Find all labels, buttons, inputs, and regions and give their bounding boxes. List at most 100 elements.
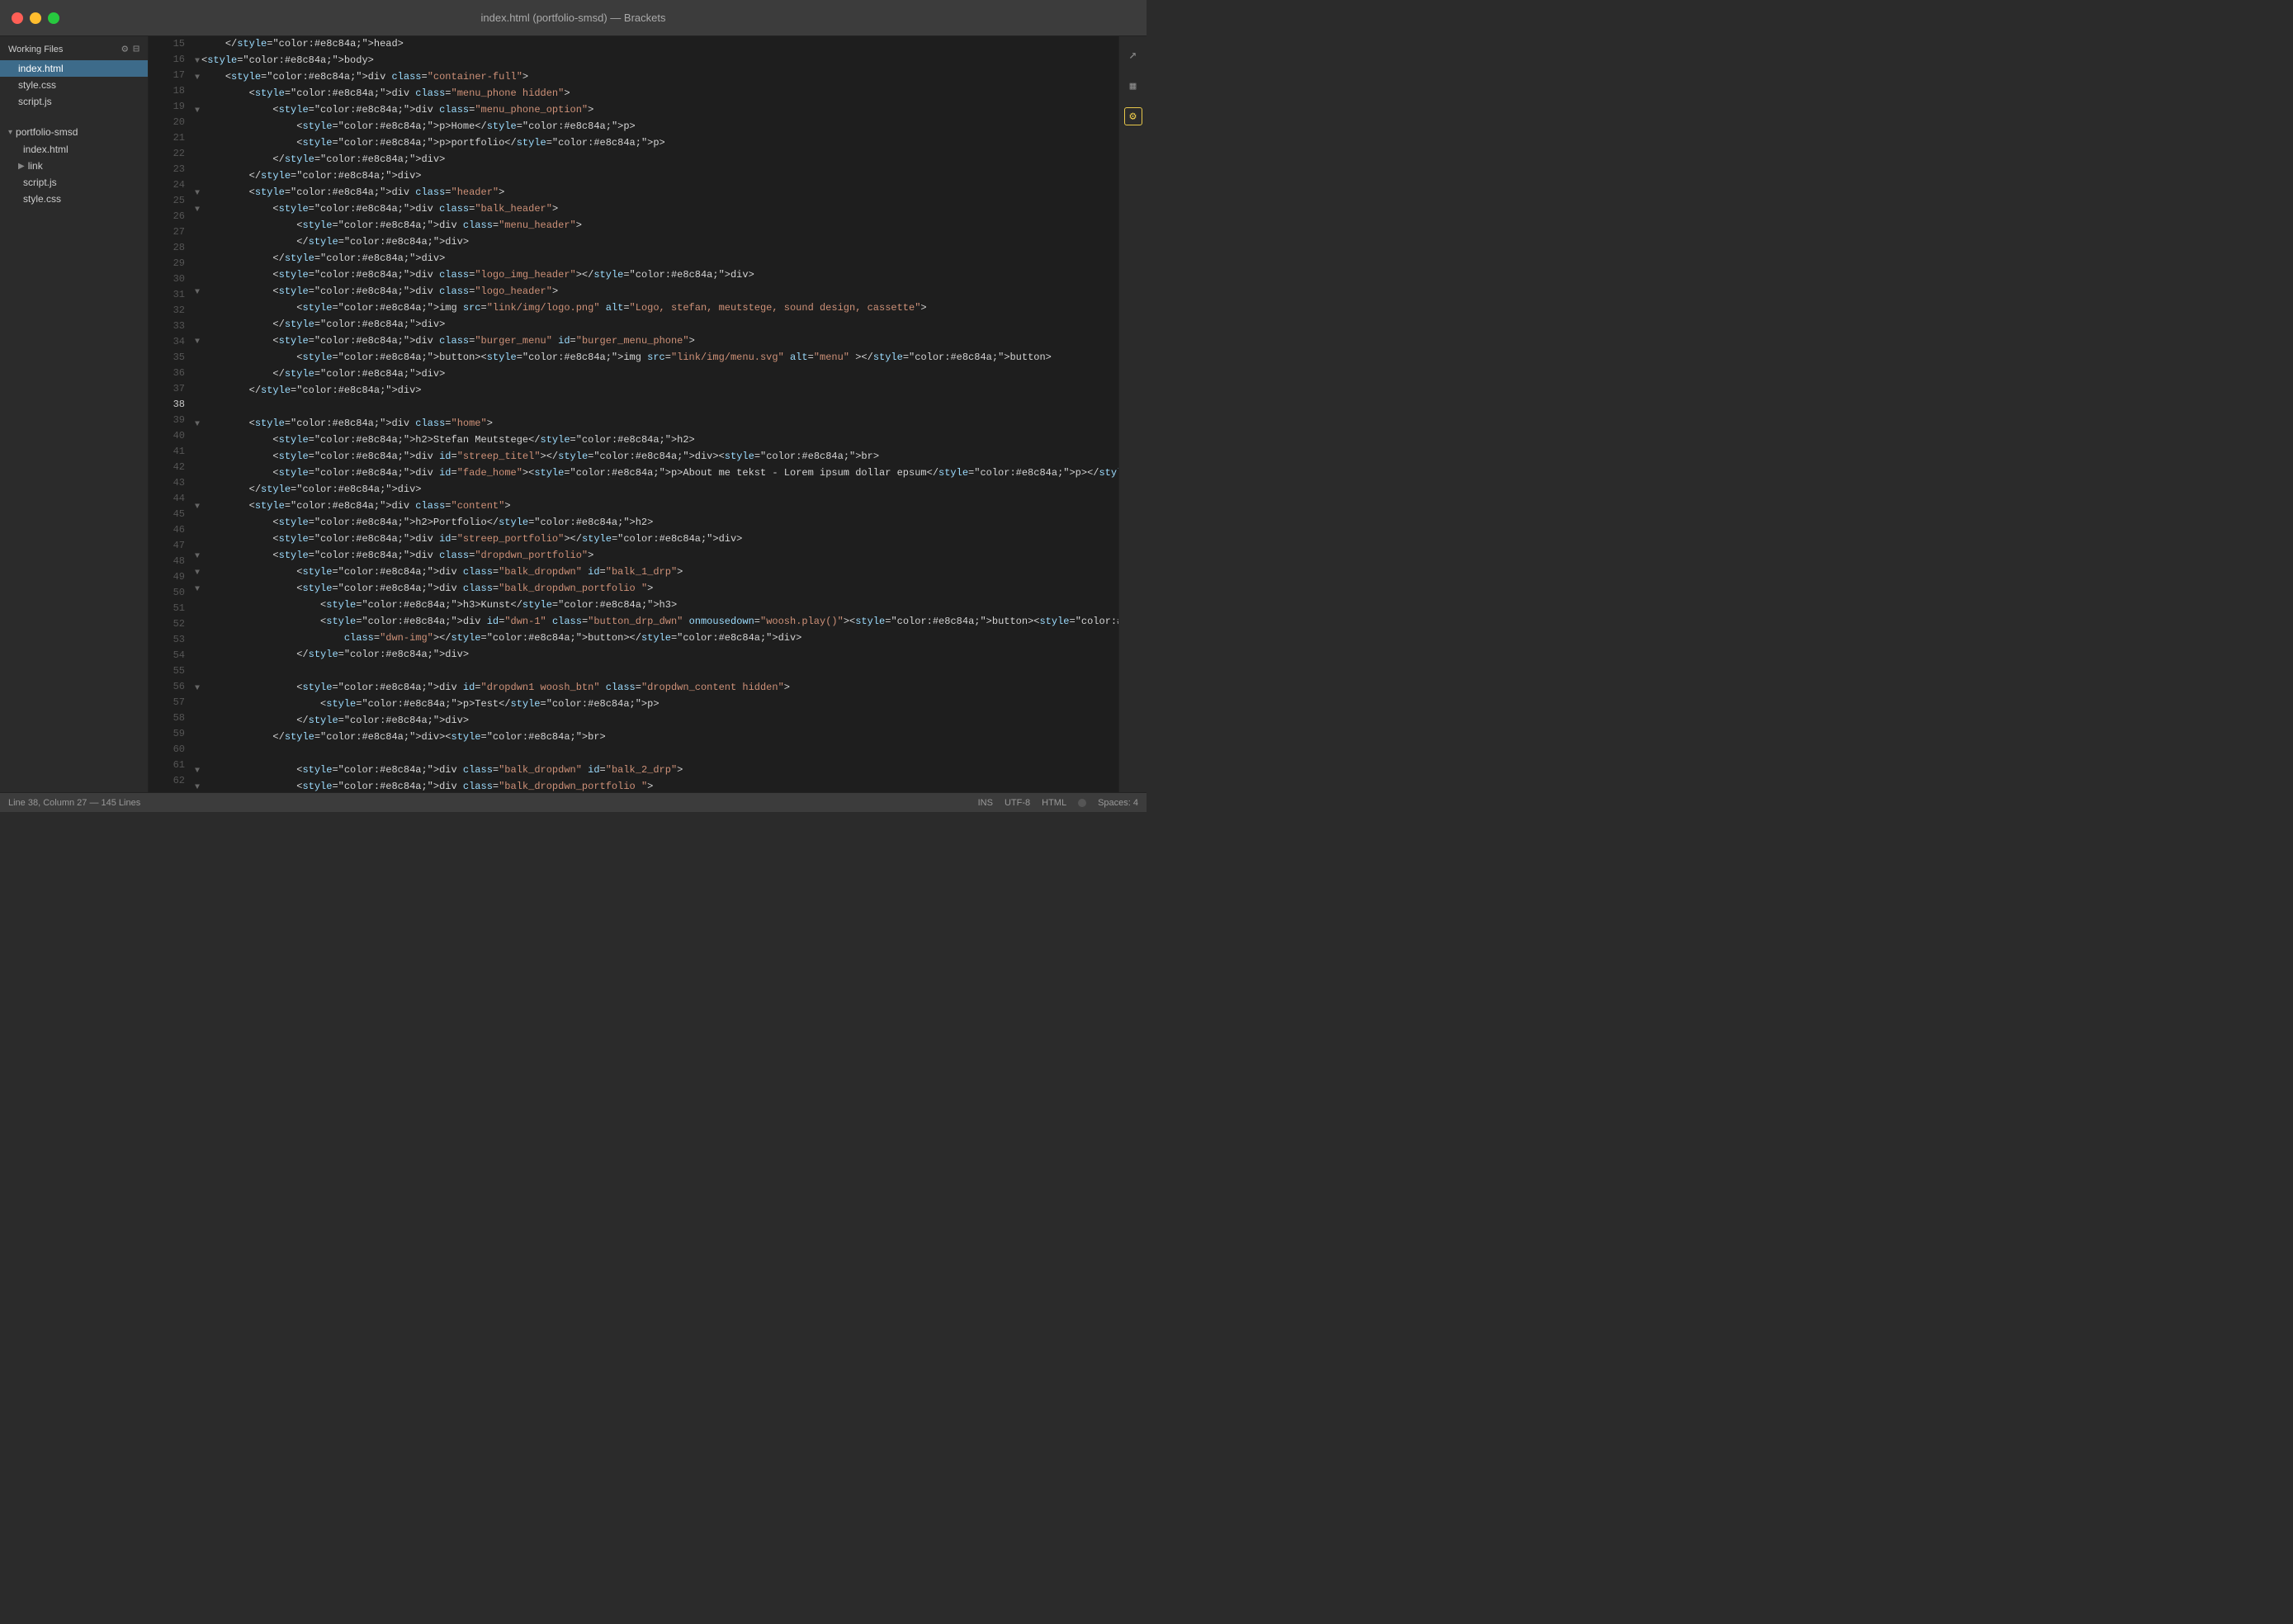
code-line: </style="color:#e8c84a;">head> (195, 36, 1118, 53)
code-line: </style="color:#e8c84a;">div> (195, 713, 1118, 729)
code-line: ▼ <style="color:#e8c84a;">div class="con… (195, 69, 1118, 86)
line-number: 42 (155, 460, 185, 475)
line-number: 19 (155, 99, 185, 115)
line-number: 15 (155, 36, 185, 52)
code-line: ▼ <style="color:#e8c84a;">div class="hom… (195, 416, 1118, 432)
status-bar: Line 38, Column 27 — 145 Lines INS UTF-8… (0, 792, 1146, 812)
project-name: portfolio-smsd (16, 126, 78, 138)
code-line: ▼<style="color:#e8c84a;">body> (195, 53, 1118, 69)
code-line: ▼ <style="color:#e8c84a;">div class="bal… (195, 581, 1118, 597)
project-file-style[interactable]: style.css (0, 191, 148, 207)
code-line: ▼ <style="color:#e8c84a;">div class="log… (195, 284, 1118, 300)
line-number: 34 (155, 334, 185, 350)
close-button[interactable] (12, 12, 23, 24)
encoding[interactable]: UTF-8 (1005, 798, 1030, 808)
code-line: <style="color:#e8c84a;">div class="logo_… (195, 267, 1118, 284)
line-number: 58 (155, 710, 185, 726)
line-number: 62 (155, 773, 185, 789)
line-number: 18 (155, 83, 185, 99)
project-folder-link[interactable]: ▶ link (0, 158, 148, 174)
traffic-lights (12, 12, 59, 24)
code-line: <style="color:#e8c84a;">h2>Portfolio</st… (195, 515, 1118, 531)
line-number: 21 (155, 130, 185, 146)
line-number: 48 (155, 554, 185, 569)
line-number: 46 (155, 522, 185, 538)
line-number: 49 (155, 569, 185, 585)
line-number: 36 (155, 366, 185, 381)
extension-icon[interactable]: ⚙ (1124, 107, 1142, 125)
code-line: <style="color:#e8c84a;">h2>Stefan Meutst… (195, 432, 1118, 449)
line-number: 24 (155, 177, 185, 193)
minimize-button[interactable] (30, 12, 41, 24)
code-line: ▼ <style="color:#e8c84a;">div class="dro… (195, 548, 1118, 564)
code-line: <style="color:#e8c84a;">div class="menu_… (195, 218, 1118, 234)
code-line: <style="color:#e8c84a;">p>portfolio</sty… (195, 135, 1118, 152)
folder-arrow-icon: ▶ (18, 162, 25, 171)
code-line (195, 399, 1118, 416)
code-line: </style="color:#e8c84a;">div> (195, 482, 1118, 498)
split-icon[interactable]: ⊟ (133, 43, 139, 55)
sidebar-item-index-html[interactable]: index.html (0, 60, 148, 77)
line-number: 29 (155, 256, 185, 271)
code-line: <style="color:#e8c84a;">div id="streep_t… (195, 449, 1118, 465)
code-line: <style="color:#e8c84a;">div id="streep_p… (195, 531, 1118, 548)
code-line: <style="color:#e8c84a;">button><style="c… (195, 350, 1118, 366)
code-content: 1516171819202122232425262728293031323334… (149, 36, 1118, 792)
code-line: <style="color:#e8c84a;">div class="menu_… (195, 86, 1118, 102)
line-number: 41 (155, 444, 185, 460)
line-number: 26 (155, 209, 185, 224)
code-line: class="dwn-img"></style="color:#e8c84a;"… (195, 630, 1118, 647)
line-number: 52 (155, 616, 185, 632)
code-line: ▼ <style="color:#e8c84a;">div id="dropdw… (195, 680, 1118, 696)
spaces-setting[interactable]: Spaces: 4 (1098, 798, 1138, 808)
maximize-button[interactable] (48, 12, 59, 24)
line-number: 37 (155, 381, 185, 397)
code-line: </style="color:#e8c84a;">div> (195, 366, 1118, 383)
line-number: 27 (155, 224, 185, 240)
project-file-index[interactable]: index.html (0, 141, 148, 158)
working-files-label: Working Files (8, 45, 63, 54)
code-line: <style="color:#e8c84a;">h3>Kunst</style=… (195, 597, 1118, 614)
status-dot (1078, 799, 1086, 807)
status-right: INS UTF-8 HTML Spaces: 4 (978, 798, 1138, 808)
line-number: 44 (155, 491, 185, 507)
line-number: 17 (155, 68, 185, 83)
code-line: <style="color:#e8c84a;">p>Home</style="c… (195, 119, 1118, 135)
line-number: 45 (155, 507, 185, 522)
code-lines[interactable]: </style="color:#e8c84a;">head>▼<style="c… (191, 36, 1118, 792)
code-line: ▼ <style="color:#e8c84a;">div class="bur… (195, 333, 1118, 350)
code-line: <style="color:#e8c84a;">img src="link/im… (195, 300, 1118, 317)
sidebar-item-script-js[interactable]: script.js (0, 93, 148, 110)
line-number: 43 (155, 475, 185, 491)
sidebar: Working Files ⚙ ⊟ index.html style.css s… (0, 36, 149, 792)
line-number: 31 (155, 287, 185, 303)
code-line: ▼ <style="color:#e8c84a;">div class="bal… (195, 762, 1118, 779)
sidebar-item-style-css[interactable]: style.css (0, 77, 148, 93)
settings-icon[interactable]: ⚙ (121, 43, 128, 55)
line-number: 30 (155, 271, 185, 287)
code-line: ▼ <style="color:#e8c84a;">div class="bal… (195, 564, 1118, 581)
line-number: 16 (155, 52, 185, 68)
code-line: ▼ <style="color:#e8c84a;">div class="men… (195, 102, 1118, 119)
live-preview-icon[interactable]: ↗ (1123, 45, 1143, 64)
project-header[interactable]: ▾ portfolio-smsd (0, 123, 148, 141)
cursor-position: Line 38, Column 27 — 145 Lines (8, 798, 140, 808)
line-number: 50 (155, 585, 185, 601)
code-line (195, 663, 1118, 680)
project-arrow-icon: ▾ (8, 128, 12, 137)
line-number: 38 (155, 397, 185, 413)
insert-mode[interactable]: INS (978, 798, 993, 808)
working-files-section: Working Files ⚙ ⊟ index.html style.css s… (0, 36, 148, 110)
line-number: 51 (155, 601, 185, 616)
line-number: 28 (155, 240, 185, 256)
project-file-script[interactable]: script.js (0, 174, 148, 191)
image-preview-icon[interactable]: ▦ (1123, 76, 1143, 96)
code-line: </style="color:#e8c84a;">div> (195, 152, 1118, 168)
code-line: ▼ <style="color:#e8c84a;">div class="con… (195, 498, 1118, 515)
code-line: ▼ <style="color:#e8c84a;">div class="bal… (195, 201, 1118, 218)
sidebar-divider (0, 110, 148, 123)
language-mode[interactable]: HTML (1042, 798, 1066, 808)
line-number: 23 (155, 162, 185, 177)
line-number: 53 (155, 632, 185, 648)
code-line: </style="color:#e8c84a;">div> (195, 647, 1118, 663)
